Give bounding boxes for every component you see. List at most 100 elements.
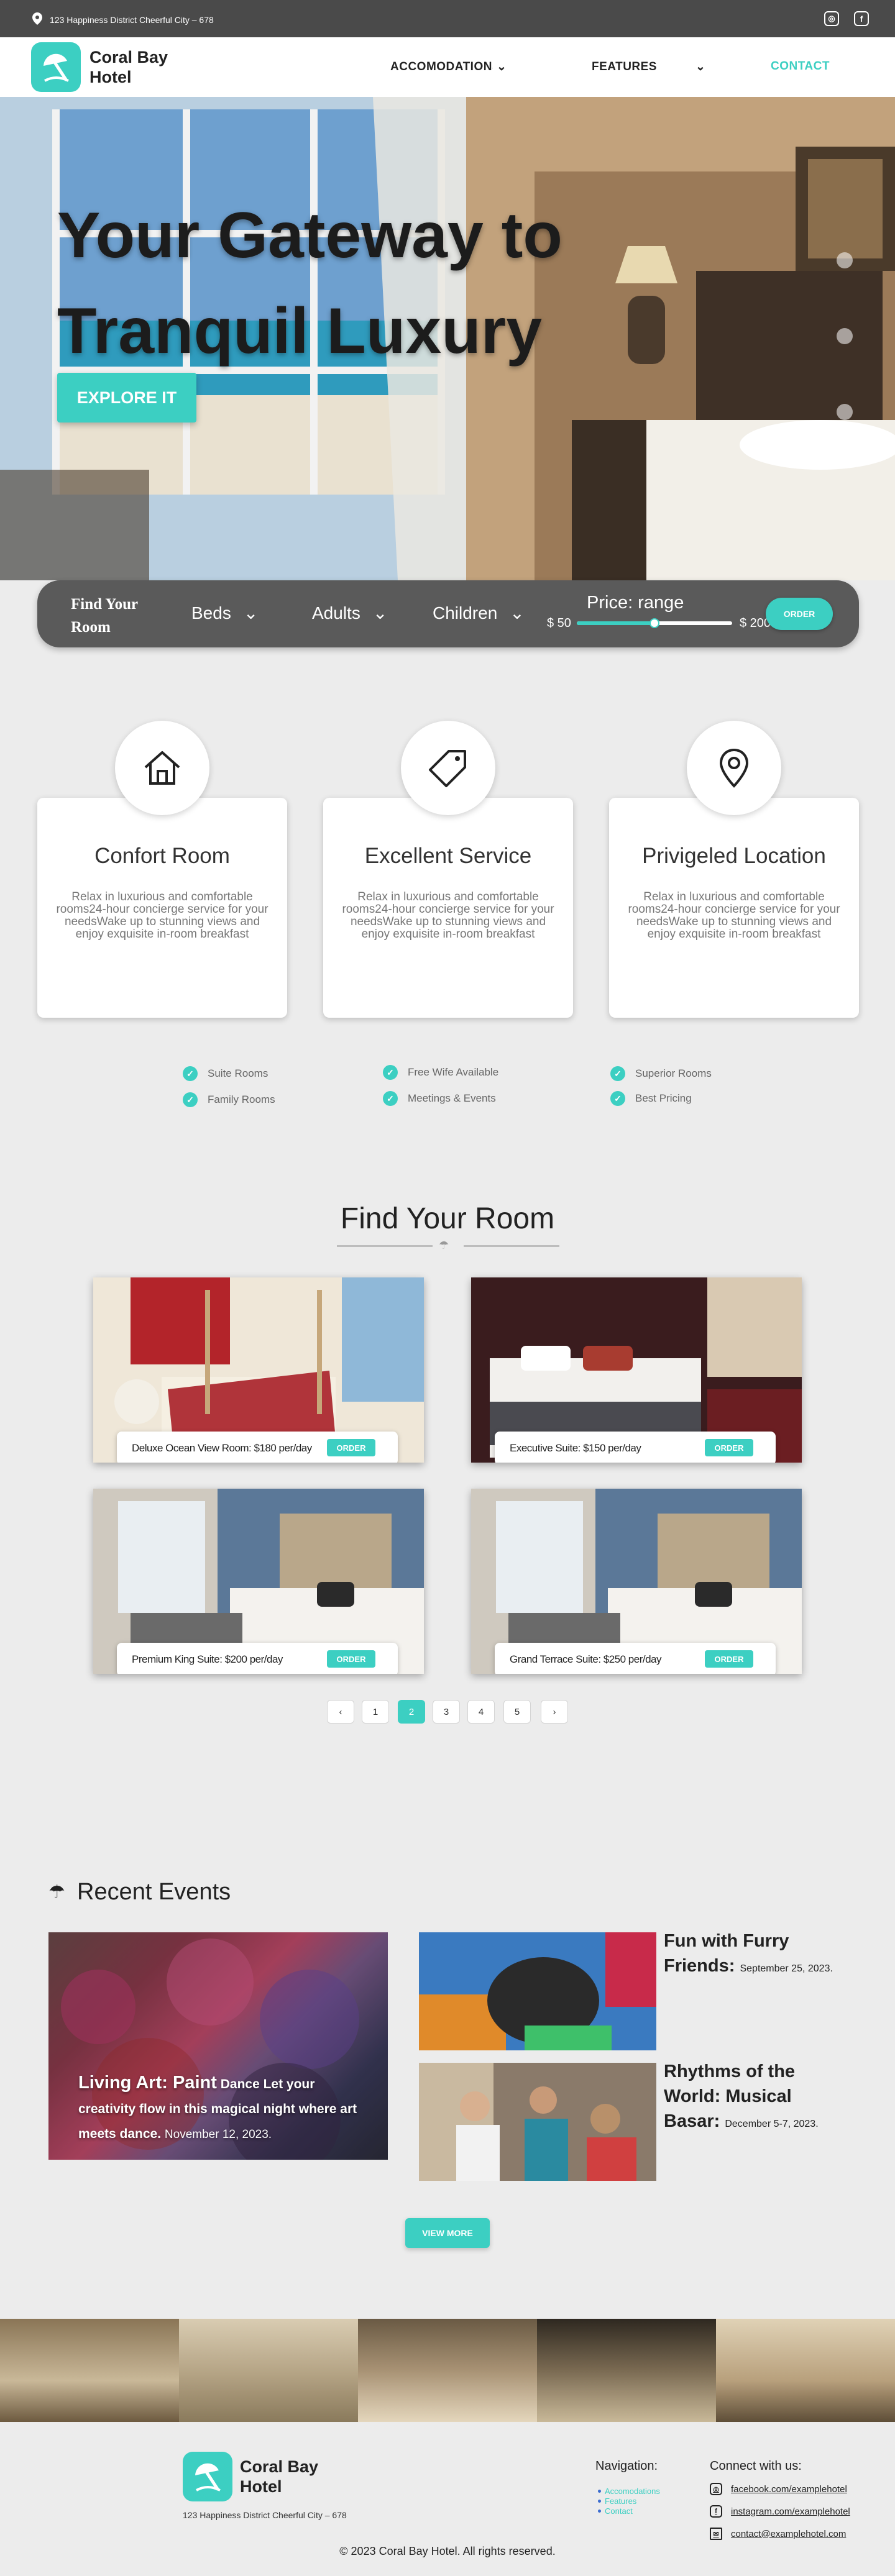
pagination-next[interactable]: › xyxy=(541,1700,568,1724)
explore-button[interactable]: EXPLORE IT xyxy=(57,373,196,422)
adults-select-label: Adults xyxy=(312,603,360,623)
slider-dot[interactable] xyxy=(837,404,853,420)
amenity-item: ✓ Suite Rooms xyxy=(183,1066,268,1081)
umbrella-icon: ☂ xyxy=(48,1882,65,1902)
slider-dot[interactable] xyxy=(837,252,853,268)
logo-icon[interactable] xyxy=(31,42,81,92)
amenity-item: ✓ Meetings & Events xyxy=(383,1091,496,1106)
children-select[interactable]: Children ⌄ xyxy=(433,603,525,623)
room-caption: Deluxe Ocean View Room: $180 per/day ORD… xyxy=(117,1432,398,1463)
logo-icon[interactable] xyxy=(183,2452,232,2501)
room-card[interactable]: Executive Suite: $150 per/day ORDER xyxy=(471,1277,802,1463)
dog-photo xyxy=(419,1932,656,2050)
copyright: © 2023 Coral Bay Hotel. All rights reser… xyxy=(339,2545,556,2557)
instagram-icon[interactable]: ◎ xyxy=(824,11,839,26)
nav-features-label: FEATURES xyxy=(592,60,657,73)
footer-contact-instagram[interactable]: ◎ facebook.com/examplehotel xyxy=(710,2483,847,2495)
feature-card: Privigeled Location Relax in luxurious a… xyxy=(609,798,859,1018)
booking-bar: Find Your Room Beds ⌄ Adults ⌄ Children … xyxy=(37,580,859,647)
footer-link-contact[interactable]: Contact xyxy=(598,2506,633,2516)
price-range-thumb[interactable] xyxy=(649,618,659,628)
photo-strip xyxy=(0,2319,895,2422)
room-card[interactable]: Premium King Suite: $200 per/day ORDER xyxy=(93,1489,424,1674)
amenity-item: ✓ Superior Rooms xyxy=(610,1066,712,1081)
adults-select[interactable]: Adults ⌄ xyxy=(312,603,387,623)
strip-photo xyxy=(179,2319,358,2422)
facebook-icon[interactable]: f xyxy=(854,11,869,26)
footer-connect-heading: Connect with us: xyxy=(710,2459,802,2473)
room-order-button[interactable]: ORDER xyxy=(705,1439,753,1456)
nav-accomodations[interactable]: ACCOMODATIONS ⌄ xyxy=(390,60,508,74)
footer-nav-heading: Navigation: xyxy=(595,2459,658,2473)
check-icon: ✓ xyxy=(383,1065,398,1080)
footer-contact-text: instagram.com/examplehotel xyxy=(731,2506,850,2517)
featured-event-text: Living Art: Paint Dance Let your creativ… xyxy=(78,2070,370,2147)
divider xyxy=(337,1245,433,1247)
feature-title: Excellent Service xyxy=(364,844,532,868)
footer-link-accomodations[interactable]: Accomodations xyxy=(598,2487,660,2496)
footer-contact-text: facebook.com/examplehotel xyxy=(731,2483,847,2495)
events-title: Recent Events xyxy=(77,1879,231,1905)
feature-desc: Relax in luxurious and comfortable rooms… xyxy=(342,890,554,941)
pagination-page[interactable]: 5 xyxy=(503,1700,531,1724)
event-image[interactable] xyxy=(419,2063,656,2181)
room-card[interactable]: Deluxe Ocean View Room: $180 per/day ORD… xyxy=(93,1277,424,1463)
top-address: 123 Happiness District Cheerful City – 6… xyxy=(32,12,214,27)
check-icon: ✓ xyxy=(183,1066,198,1081)
room-label: Executive Suite: $150 per/day xyxy=(510,1442,641,1454)
amenity-label: Suite Rooms xyxy=(208,1067,268,1079)
strip-photo xyxy=(716,2319,895,2422)
amenity-label: Meetings & Events xyxy=(408,1092,496,1104)
divider xyxy=(464,1245,559,1247)
beds-select-label: Beds xyxy=(191,603,231,623)
room-order-button[interactable]: ORDER xyxy=(327,1439,375,1456)
beds-select[interactable]: Beds ⌄ xyxy=(191,603,258,623)
amenity-label: Superior Rooms xyxy=(635,1067,712,1079)
tag-icon xyxy=(401,721,495,815)
feature-title: Privigeled Location xyxy=(642,844,826,868)
footer-link-features[interactable]: Features xyxy=(598,2496,636,2506)
pagination-page[interactable]: 3 xyxy=(433,1700,460,1724)
room-caption: Executive Suite: $150 per/day ORDER xyxy=(495,1432,776,1463)
nav-accomodations-label: ACCOMODATIONS xyxy=(390,60,493,73)
room-card[interactable]: Grand Terrace Suite: $250 per/day ORDER xyxy=(471,1489,802,1674)
slider-dot[interactable] xyxy=(837,328,853,344)
footer: Coral Bay Hotel 123 Happiness District C… xyxy=(0,2422,895,2576)
strip-photo xyxy=(537,2319,716,2422)
chevron-down-icon: ⌄ xyxy=(695,60,706,73)
price-range-slider[interactable] xyxy=(577,618,732,628)
amenity-item: ✓ Family Rooms xyxy=(183,1092,275,1107)
booking-title: Find Your Room xyxy=(71,596,138,636)
rooms-section-title: Find Your Room xyxy=(340,1202,555,1235)
facebook-icon: f xyxy=(710,2505,722,2518)
featured-event[interactable]: Living Art: Paint Dance Let your creativ… xyxy=(48,1932,388,2160)
children-select-label: Children xyxy=(433,603,498,623)
event-item[interactable]: Rhythms of the World: Musical Basar: Dec… xyxy=(664,2059,850,2137)
footer-brand[interactable]: Coral Bay Hotel xyxy=(240,2457,333,2496)
feature-card: Confort Room Relax in luxurious and comf… xyxy=(37,798,287,1018)
event-item[interactable]: Fun with Furry Friends: September 25, 20… xyxy=(664,1929,850,1981)
view-more-button[interactable]: VIEW MORE xyxy=(405,2218,490,2248)
event-image[interactable] xyxy=(419,1932,656,2050)
room-order-button[interactable]: ORDER xyxy=(705,1650,753,1668)
instagram-icon: ◎ xyxy=(710,2483,722,2495)
footer-contact-mail[interactable]: ✉ contact@examplehotel.com xyxy=(710,2528,846,2540)
main-nav: Coral Bay Hotel ACCOMODATIONS ⌄ FEATURES… xyxy=(0,37,895,97)
pagination-page-active[interactable]: 2 xyxy=(398,1700,425,1724)
pagination-page[interactable]: 4 xyxy=(467,1700,495,1724)
room-order-button[interactable]: ORDER xyxy=(327,1650,375,1668)
pagination-page[interactable]: 1 xyxy=(362,1700,389,1724)
check-icon: ✓ xyxy=(610,1091,625,1106)
room-label: Premium King Suite: $200 per/day xyxy=(132,1653,283,1665)
pagination-prev[interactable]: ‹ xyxy=(327,1700,354,1724)
footer-contact-facebook[interactable]: f instagram.com/examplehotel xyxy=(710,2505,850,2518)
hero-banner: Your Gateway to Tranquil Luxury EXPLORE … xyxy=(0,97,895,580)
nav-features[interactable]: FEATURES ⌄ xyxy=(592,60,705,74)
booking-order-button[interactable]: ORDER xyxy=(766,598,833,630)
amenity-item: ✓ Best Pricing xyxy=(610,1091,692,1106)
featured-event-title: Living Art: Paint xyxy=(78,2073,217,2093)
nav-contact[interactable]: CONTACT xyxy=(771,60,830,73)
brand-name[interactable]: Coral Bay Hotel xyxy=(90,47,183,87)
umbrella-icon: ☂ xyxy=(439,1239,449,1251)
mail-icon: ✉ xyxy=(710,2528,722,2540)
